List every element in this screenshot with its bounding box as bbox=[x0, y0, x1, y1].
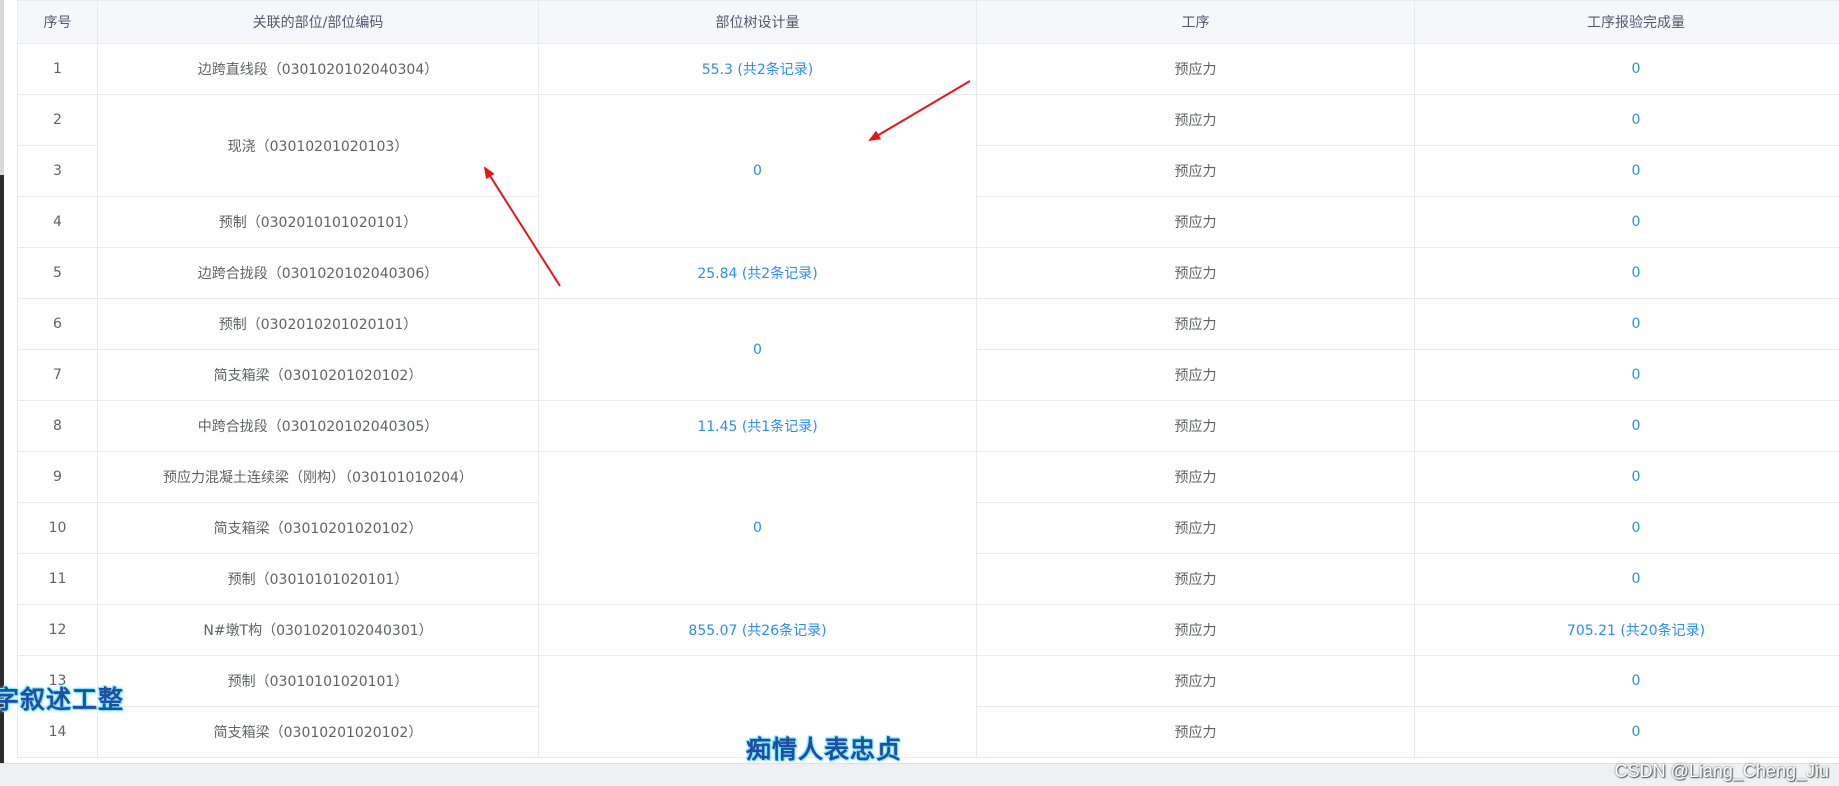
row-index: 7 bbox=[17, 349, 98, 401]
row-part: 简支箱梁（03010201020102） bbox=[97, 706, 539, 758]
table-row: 12 N#墩T构（0301020102040301） 855.07 (共26条记… bbox=[17, 604, 1839, 656]
row-index: 2 bbox=[17, 94, 98, 146]
screenshot-page: 序号 关联的部位/部位编码 部位树设计量 工序 工序报验完成量 1 边跨直线段（… bbox=[0, 0, 1839, 786]
row-process: 预应力 bbox=[976, 553, 1415, 605]
row-process: 预应力 bbox=[976, 451, 1415, 503]
row-done-quantity[interactable]: 0 bbox=[1414, 196, 1839, 248]
row-done-quantity[interactable]: 0 bbox=[1414, 43, 1839, 95]
row-index: 11 bbox=[17, 553, 98, 605]
row-part: 预制（03010101020101） bbox=[97, 655, 539, 707]
row-part: 预制（03010101020101） bbox=[97, 553, 539, 605]
row-done-quantity[interactable]: 0 bbox=[1414, 451, 1839, 503]
row-process: 预应力 bbox=[976, 604, 1415, 656]
overlay-caption-center: 痴情人表忠贞 bbox=[746, 735, 903, 764]
overlay-caption-left: 字叙述工整 bbox=[0, 685, 125, 714]
row-part: N#墩T构（0301020102040301） bbox=[97, 604, 539, 656]
header-index: 序号 bbox=[17, 0, 98, 44]
row-index: 9 bbox=[17, 451, 98, 503]
header-part: 关联的部位/部位编码 bbox=[97, 0, 539, 44]
left-window-edge bbox=[0, 0, 4, 786]
row-part: 预制（0302010101020101） bbox=[97, 196, 539, 248]
row-index: 8 bbox=[17, 400, 98, 452]
table-row: 13 预制（03010101020101） 预应力 0 bbox=[17, 655, 1839, 758]
row-part: 预制（0302010201020101） bbox=[97, 298, 539, 350]
row-process: 预应力 bbox=[976, 43, 1415, 95]
row-process: 预应力 bbox=[976, 196, 1415, 248]
row-design-quantity[interactable]: 25.84 (共2条记录) bbox=[538, 247, 977, 299]
table-header-row: 序号 关联的部位/部位编码 部位树设计量 工序 工序报验完成量 bbox=[17, 0, 1839, 44]
row-index: 5 bbox=[17, 247, 98, 299]
row-process: 预应力 bbox=[976, 145, 1415, 197]
row-design-quantity[interactable]: 0 bbox=[538, 451, 977, 605]
row-done-quantity[interactable]: 0 bbox=[1414, 706, 1839, 758]
table-row: 1 边跨直线段（0301020102040304） 55.3 (共2条记录) 预… bbox=[17, 43, 1839, 95]
row-process: 预应力 bbox=[976, 706, 1415, 758]
row-design-quantity[interactable]: 11.45 (共1条记录) bbox=[538, 400, 977, 452]
row-done-quantity[interactable]: 705.21 (共20条记录) bbox=[1414, 604, 1839, 656]
row-part: 简支箱梁（03010201020102） bbox=[97, 349, 539, 401]
row-process: 预应力 bbox=[976, 349, 1415, 401]
header-process: 工序 bbox=[976, 0, 1415, 44]
horizontal-scrollbar-track[interactable] bbox=[0, 763, 1839, 786]
row-part: 简支箱梁（03010201020102） bbox=[97, 502, 539, 554]
row-part: 预应力混凝土连续梁（刚构）（030101010204） bbox=[97, 451, 539, 503]
row-design-quantity[interactable]: 0 bbox=[538, 298, 977, 401]
header-design-quantity: 部位树设计量 bbox=[538, 0, 977, 44]
row-index: 1 bbox=[17, 43, 98, 95]
row-done-quantity[interactable]: 0 bbox=[1414, 247, 1839, 299]
table-row: 8 中跨合拢段（0301020102040305） 11.45 (共1条记录) … bbox=[17, 400, 1839, 452]
row-index: 3 bbox=[17, 145, 98, 197]
row-done-quantity[interactable]: 0 bbox=[1414, 655, 1839, 707]
row-index: 10 bbox=[17, 502, 98, 554]
row-done-quantity[interactable]: 0 bbox=[1414, 145, 1839, 197]
table-row: 6 预制（0302010201020101） 0 预应力 0 bbox=[17, 298, 1839, 401]
row-process: 预应力 bbox=[976, 94, 1415, 146]
process-inspection-table: 序号 关联的部位/部位编码 部位树设计量 工序 工序报验完成量 1 边跨直线段（… bbox=[17, 0, 1839, 758]
row-part: 边跨合拢段（0301020102040306） bbox=[97, 247, 539, 299]
row-part: 边跨直线段（0301020102040304） bbox=[97, 43, 539, 95]
table-row: 2 现浇（03010201020103） 0 预应力 0 bbox=[17, 94, 1839, 248]
row-process: 预应力 bbox=[976, 247, 1415, 299]
table-row: 5 边跨合拢段（0301020102040306） 25.84 (共2条记录) … bbox=[17, 247, 1839, 299]
header-done-quantity: 工序报验完成量 bbox=[1414, 0, 1839, 44]
row-design-quantity[interactable]: 0 bbox=[538, 94, 977, 248]
row-design-quantity[interactable]: 855.07 (共26条记录) bbox=[538, 604, 977, 656]
row-done-quantity[interactable]: 0 bbox=[1414, 349, 1839, 401]
row-done-quantity[interactable]: 0 bbox=[1414, 94, 1839, 146]
row-process: 预应力 bbox=[976, 400, 1415, 452]
row-done-quantity[interactable]: 0 bbox=[1414, 400, 1839, 452]
row-process: 预应力 bbox=[976, 655, 1415, 707]
table-row: 9 预应力混凝土连续梁（刚构）（030101010204） 0 预应力 0 bbox=[17, 451, 1839, 605]
row-done-quantity[interactable]: 0 bbox=[1414, 553, 1839, 605]
row-part: 现浇（03010201020103） bbox=[97, 94, 539, 197]
csdn-watermark: CSDN @Liang_Cheng_Jiu bbox=[1614, 761, 1829, 781]
row-done-quantity[interactable]: 0 bbox=[1414, 502, 1839, 554]
row-index: 4 bbox=[17, 196, 98, 248]
row-part: 中跨合拢段（0301020102040305） bbox=[97, 400, 539, 452]
row-done-quantity[interactable]: 0 bbox=[1414, 298, 1839, 350]
row-process: 预应力 bbox=[976, 298, 1415, 350]
row-process: 预应力 bbox=[976, 502, 1415, 554]
row-design-quantity[interactable]: 55.3 (共2条记录) bbox=[538, 43, 977, 95]
row-index: 12 bbox=[17, 604, 98, 656]
row-index: 6 bbox=[17, 298, 98, 350]
